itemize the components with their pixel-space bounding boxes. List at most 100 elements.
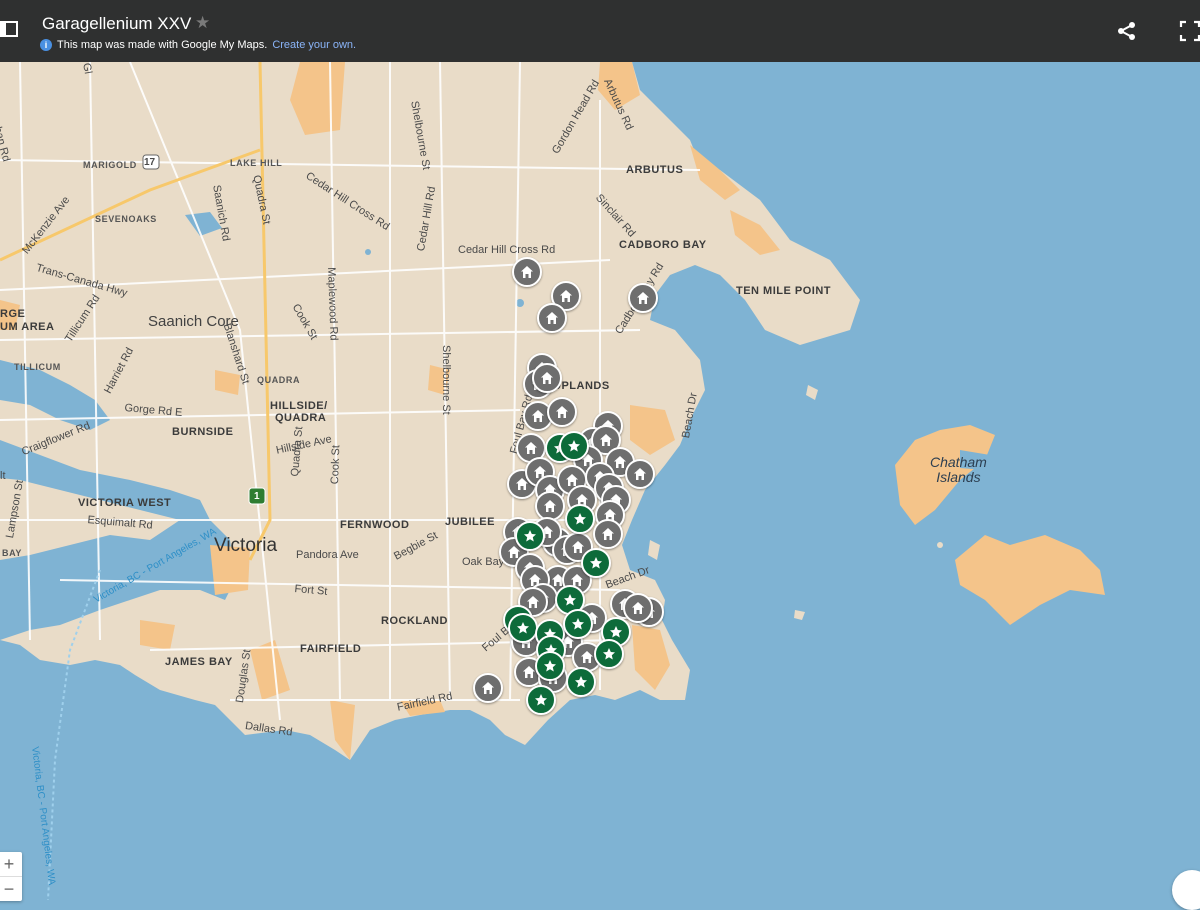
islands-text: Islands (936, 469, 981, 485)
garage-sale-marker[interactable] (625, 459, 655, 489)
hwy-17-label: 17 (144, 157, 156, 168)
shelbourne-st-label-2: Shelbourne St (440, 345, 452, 415)
quadra-small-label: QUADRA (257, 375, 301, 385)
star-marker-icon (610, 626, 622, 638)
featured-sale-marker[interactable] (515, 521, 545, 551)
star-marker-icon (590, 557, 602, 569)
made-with-text: This map was made with Google My Maps. (57, 39, 268, 51)
gorge-area-label: UM AREA (0, 321, 55, 333)
house-icon (602, 528, 614, 540)
compass-control[interactable] (1172, 870, 1200, 910)
marigold-label: MARIGOLD (83, 160, 137, 170)
arbutus-label: ARBUTUS (626, 164, 684, 176)
star-icon[interactable]: ★ (195, 13, 210, 33)
house-icon (632, 602, 644, 614)
featured-sale-marker[interactable] (581, 548, 611, 578)
house-icon (527, 596, 539, 608)
house-icon (525, 442, 537, 454)
featured-sale-marker[interactable] (563, 609, 593, 639)
quadra-text: QUADRA (275, 412, 327, 424)
it-label: lt (0, 470, 6, 482)
garage-sale-marker[interactable] (512, 257, 542, 287)
house-icon (546, 312, 558, 324)
map-title: Garagellenium XXV (42, 14, 192, 33)
garage-sale-marker[interactable] (593, 519, 623, 549)
share-icon[interactable] (1117, 21, 1137, 41)
bay-label: BAY (2, 548, 22, 558)
maplewood-rd-label: Maplewood Rd (325, 267, 340, 341)
fernwood-label: FERNWOOD (340, 519, 410, 531)
victoria-label: Victoria (214, 535, 278, 556)
house-icon (541, 372, 553, 384)
star-marker-icon (517, 622, 529, 634)
featured-sale-marker[interactable] (559, 431, 589, 461)
featured-sale-marker[interactable] (594, 639, 624, 669)
house-icon (532, 410, 544, 422)
star-marker-icon (524, 530, 536, 542)
house-icon (523, 666, 535, 678)
zoom-in-button[interactable]: + (0, 852, 22, 876)
featured-sale-marker[interactable] (526, 685, 556, 715)
house-icon (581, 651, 593, 663)
house-icon (572, 541, 584, 553)
hillside-label: HILLSIDE/ (270, 400, 328, 412)
victoria-west-label: VICTORIA WEST (78, 497, 172, 509)
burnside-label: BURNSIDE (172, 426, 234, 438)
fairfield-label: FAIRFIELD (300, 643, 362, 655)
house-icon (614, 456, 626, 468)
cadboro-bay-label: CADBORO BAY (619, 239, 707, 251)
featured-sale-marker[interactable] (566, 667, 596, 697)
ten-mile-point-label: TEN MILE POINT (736, 285, 831, 297)
zoom-control: + − (0, 852, 22, 901)
rockland-label: ROCKLAND (381, 615, 448, 627)
panel-toggle-icon[interactable] (0, 20, 18, 38)
featured-sale-marker[interactable] (535, 651, 565, 681)
house-icon (560, 290, 572, 302)
garage-sale-marker[interactable] (547, 397, 577, 427)
star-marker-icon (535, 694, 547, 706)
garage-sale-marker[interactable] (537, 303, 567, 333)
oak-bay-label: Oak Bay (462, 556, 505, 568)
zoom-out-button[interactable]: − (0, 876, 22, 901)
chatham-islands-label: Chatham Islands (930, 455, 987, 485)
star-marker-icon (572, 618, 584, 630)
info-icon: i (40, 39, 52, 51)
house-icon (637, 292, 649, 304)
garage-sale-marker[interactable] (473, 673, 503, 703)
gl-label: Gl (80, 62, 94, 75)
cedar-hill-cross-rd-label-2: Cedar Hill Cross Rd (458, 244, 556, 256)
garage-sale-marker[interactable] (628, 283, 658, 313)
made-with-notice: i This map was made with Google My Maps.… (40, 39, 356, 51)
map-header: Garagellenium XXV ★ i This map was made … (0, 0, 1200, 62)
star-marker-icon (544, 660, 556, 672)
featured-sale-marker[interactable] (565, 504, 595, 534)
star-marker-icon (574, 513, 586, 525)
pandora-ave-label: Pandora Ave (296, 549, 359, 561)
house-icon (556, 406, 568, 418)
james-bay-label: JAMES BAY (165, 656, 233, 668)
lake-hill-label: LAKE HILL (230, 158, 283, 168)
tillicum-label: TILLICUM (14, 362, 61, 372)
map-canvas[interactable]: 17 1 MARIGOLD LAKE HILL SEVENOAKS ARBUTU… (0, 62, 1200, 900)
jubilee-label: JUBILEE (445, 516, 495, 528)
house-icon (600, 434, 612, 446)
star-marker-icon (568, 440, 580, 452)
garage-sale-marker[interactable] (623, 593, 653, 623)
chatham-text: Chatham (930, 454, 987, 470)
house-icon (521, 266, 533, 278)
sevenoaks-label: SEVENOAKS (95, 214, 157, 224)
star-marker-icon (603, 648, 615, 660)
house-icon (544, 500, 556, 512)
cook-st-label-2: Cook St (329, 444, 343, 485)
fullscreen-icon[interactable] (1179, 20, 1200, 42)
create-your-own-link[interactable]: Create your own. (272, 39, 356, 51)
quadra-label: QUADRA (275, 412, 326, 424)
featured-sale-marker[interactable] (508, 613, 538, 643)
house-icon (482, 682, 494, 694)
garage-sale-marker[interactable] (532, 363, 562, 393)
hwy-1-label: 1 (254, 491, 260, 502)
house-icon (634, 468, 646, 480)
star-marker-icon (575, 676, 587, 688)
gorge-label: RGE (0, 308, 26, 320)
star-marker-icon (564, 594, 576, 606)
